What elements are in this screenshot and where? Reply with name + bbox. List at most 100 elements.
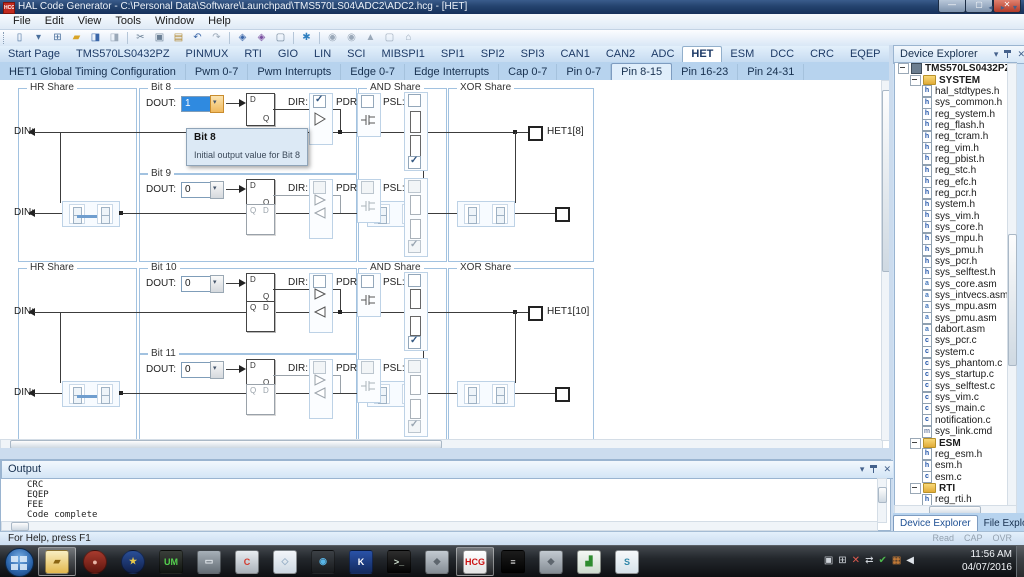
toolbar-wizard-add-button[interactable]: ◈	[253, 31, 270, 45]
xor-share-block-2[interactable]	[457, 381, 515, 407]
pdr-checkbox-bit8[interactable]	[361, 95, 374, 108]
subtab-pwm-interrupts[interactable]: Pwm Interrupts	[248, 64, 341, 80]
tree-item-sys-core-asm[interactable]: asys_core.asm	[895, 279, 1016, 290]
close-icon[interactable]: ✕	[883, 463, 891, 475]
tab-adc[interactable]: ADC	[643, 47, 682, 62]
tree-item-sys-mpu-asm[interactable]: asys_mpu.asm	[895, 301, 1016, 312]
tree-item-hal-stdtypes-h[interactable]: hhal_stdtypes.h	[895, 86, 1016, 97]
toolbar-paste-button[interactable]: ▤	[170, 31, 187, 45]
tree-item-sys-selftest-c[interactable]: csys_selftest.c	[895, 381, 1016, 392]
taskbar-cube-app-2-button[interactable]: ◆	[418, 547, 456, 576]
menu-view[interactable]: View	[71, 14, 109, 29]
panel-menu-icon[interactable]: ▾	[860, 463, 865, 475]
tree-item-reg-stc-h[interactable]: hreg_stc.h	[895, 165, 1016, 176]
taskbar-cube-app-3-button[interactable]: ◆	[532, 547, 570, 576]
tree-item-reg-tcram-h[interactable]: hreg_tcram.h	[895, 131, 1016, 142]
toolbar-save-button[interactable]: ◨	[87, 31, 104, 45]
psl-checkbox-bit10[interactable]	[408, 274, 421, 287]
tree-item-sys-startup-c[interactable]: csys_startup.c	[895, 369, 1016, 380]
tree-item-notification-c[interactable]: cnotification.c	[895, 415, 1016, 426]
tree-item-system-h[interactable]: hsystem.h	[895, 199, 1016, 210]
subtab-pin-0-7[interactable]: Pin 0-7	[557, 64, 611, 80]
taskbar-red-circle-app-button[interactable]: ●	[76, 547, 114, 576]
start-button[interactable]	[5, 548, 34, 577]
tree-item-esm-h[interactable]: hesm.h	[895, 460, 1016, 471]
collapse-toggle[interactable]	[898, 63, 909, 74]
psl-out-checkbox-bit8[interactable]	[408, 156, 421, 169]
tree-item-sys-link-cmd[interactable]: msys_link.cmd	[895, 426, 1016, 437]
tree-item-sys-pcr-c[interactable]: csys_pcr.c	[895, 335, 1016, 346]
menu-edit[interactable]: Edit	[38, 14, 71, 29]
subtab-het1-global-timing-configuration[interactable]: HET1 Global Timing Configuration	[0, 64, 186, 80]
dout-input-bit10[interactable]: 0	[181, 276, 212, 292]
diagram-vscrollbar[interactable]	[881, 80, 889, 441]
tab-esm[interactable]: ESM	[722, 47, 762, 62]
collapse-toggle[interactable]	[910, 75, 921, 86]
tree-item-esm-c[interactable]: cesm.c	[895, 471, 1016, 482]
close-icon[interactable]: ✕	[1017, 48, 1024, 60]
tree-item-reg-esm-h[interactable]: hreg_esm.h	[895, 449, 1016, 460]
toolbar-add-item-button[interactable]: ⊞	[49, 31, 66, 45]
subtab-pin-24-31[interactable]: Pin 24-31	[738, 64, 804, 80]
toolbar-nav-doc-button[interactable]: ▢	[381, 31, 398, 45]
subtab-pin-16-23[interactable]: Pin 16-23	[672, 64, 738, 80]
tab-crc[interactable]: CRC	[802, 47, 842, 62]
tree-item-sys-vim-h[interactable]: hsys_vim.h	[895, 210, 1016, 221]
tree-item-sys-core-h[interactable]: hsys_core.h	[895, 222, 1016, 233]
pdr-checkbox-bit10[interactable]	[361, 275, 374, 288]
toolbar-cut-button[interactable]: ✂	[132, 31, 149, 45]
horizontal-splitter[interactable]	[0, 448, 889, 459]
toolbar-save-all-button[interactable]: ◨	[106, 31, 123, 45]
tray-warning-icon[interactable]: ▦	[892, 553, 901, 569]
tab-spi2[interactable]: SPI2	[473, 47, 513, 62]
output-vscrollbar[interactable]	[877, 478, 887, 523]
tree-item-reg-efc-h[interactable]: hreg_efc.h	[895, 176, 1016, 187]
dir-checkbox-bit9[interactable]	[313, 181, 326, 194]
panel-menu-icon[interactable]: ▾	[994, 48, 999, 60]
tree-item-dabort-asm[interactable]: adabort.asm	[895, 324, 1016, 335]
tab-can2[interactable]: CAN2	[598, 47, 643, 62]
tree-item-sys-mpu-h[interactable]: hsys_mpu.h	[895, 233, 1016, 244]
minimize-button[interactable]: —	[938, 0, 966, 13]
pin-square[interactable]	[555, 387, 570, 402]
tab-tms570ls0432pz[interactable]: TMS570LS0432PZ	[68, 47, 178, 62]
taskbar-hal-code-generator-button[interactable]: HCG	[456, 547, 494, 576]
tree-item-reg-pbist-h[interactable]: hreg_pbist.h	[895, 154, 1016, 165]
taskbar-scite-button[interactable]: S	[608, 547, 646, 576]
toolbar-copy-button[interactable]: ▣	[151, 31, 168, 45]
tab-spi1[interactable]: SPI1	[433, 47, 473, 62]
toolbar-nav-up-button[interactable]: ▲	[362, 31, 379, 45]
dout-spinner-bit9[interactable]	[210, 181, 224, 199]
toolbar-window-layout-button[interactable]: ▢	[272, 31, 289, 45]
tree-item-reg-flash-h[interactable]: hreg_flash.h	[895, 120, 1016, 131]
tree-item-sys-intvecs-asm[interactable]: asys_intvecs.asm	[895, 290, 1016, 301]
tray-error-icon[interactable]: ✕	[852, 553, 860, 569]
tab-can1[interactable]: CAN1	[552, 47, 597, 62]
tree-item-rti[interactable]: RTI	[895, 483, 1016, 494]
toolbar-new-button[interactable]: ▯	[11, 31, 28, 45]
tree-item-reg-system-h[interactable]: hreg_system.h	[895, 108, 1016, 119]
toolbar-undo-button[interactable]: ↶	[189, 31, 206, 45]
taskbar-hercules-demo-button[interactable]: ≡	[494, 547, 532, 576]
tree-item-sys-pcr-h[interactable]: hsys_pcr.h	[895, 256, 1016, 267]
hr-share-block-1[interactable]	[62, 201, 120, 227]
tab-sci[interactable]: SCI	[339, 47, 373, 62]
tree-item-esm[interactable]: ESM	[895, 437, 1016, 448]
explorer-tab-file-explorer[interactable]: File Explorer	[978, 516, 1024, 531]
toolbar-nav-forward-button[interactable]: ◉	[343, 31, 360, 45]
tree-item-sys-main-c[interactable]: csys_main.c	[895, 403, 1016, 414]
tray-volume-icon[interactable]: ◀	[906, 553, 914, 569]
diagram-hscrollbar[interactable]	[0, 439, 883, 448]
tab-rti[interactable]: RTI	[236, 47, 270, 62]
tree-item-sys-vim-c[interactable]: csys_vim.c	[895, 392, 1016, 403]
tab-het[interactable]: HET	[682, 46, 722, 62]
toolbar-home-button[interactable]: ⌂	[400, 31, 417, 45]
taskbar-windows-explorer-button[interactable]: ▰	[38, 547, 76, 576]
subtab-pwm-0-7[interactable]: Pwm 0-7	[186, 64, 248, 80]
dout-spinner-bit10[interactable]	[210, 275, 224, 293]
subtab-cap-0-7[interactable]: Cap 0-7	[499, 64, 557, 80]
taskbar-tv-app-button[interactable]: ▭	[190, 547, 228, 576]
tray-cube-icon[interactable]: ▣	[824, 553, 833, 569]
toolbar-generate-code-button[interactable]: ✱	[298, 31, 315, 45]
tree-item-sys-pmu-h[interactable]: hsys_pmu.h	[895, 245, 1016, 256]
